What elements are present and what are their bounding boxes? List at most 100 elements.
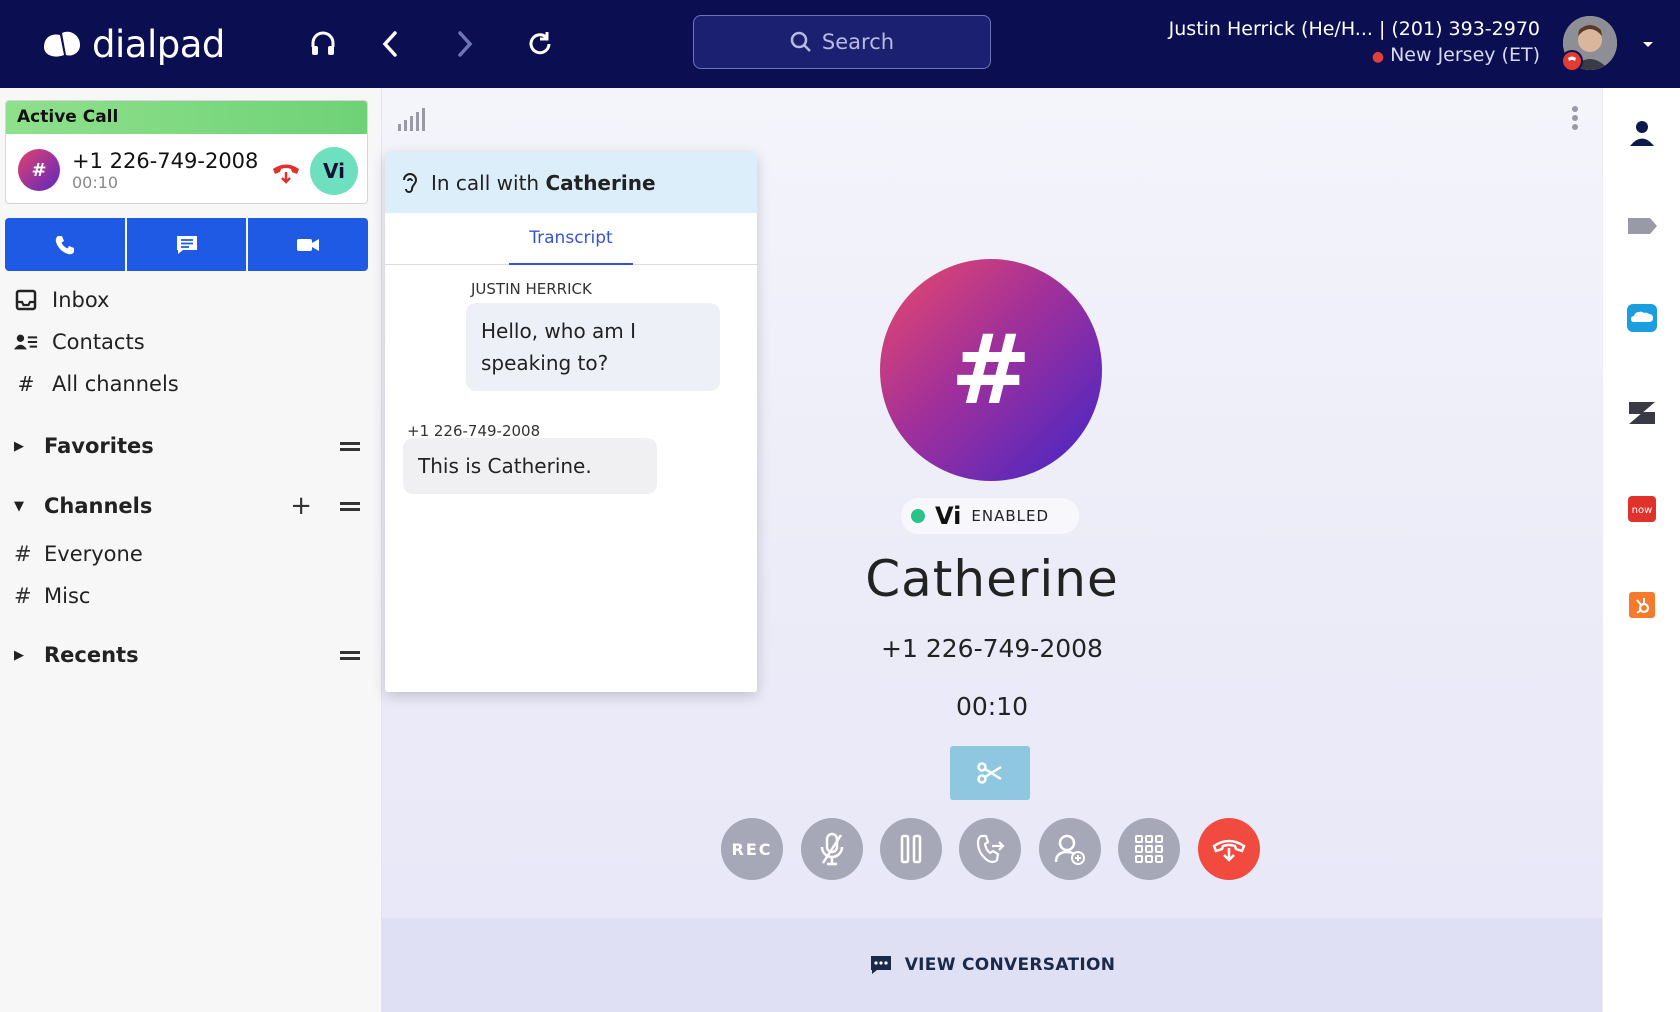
more-options-icon[interactable] — [1570, 106, 1580, 132]
message-icon — [176, 235, 197, 254]
message-bubble: This is Catherine. — [403, 438, 657, 494]
transfer-icon — [976, 834, 1005, 864]
recents-section[interactable]: ▶ Recents — [14, 639, 360, 671]
vi-word: Vi — [935, 502, 962, 530]
add-caller-button[interactable] — [1039, 818, 1101, 880]
refresh-icon[interactable] — [521, 25, 559, 63]
listening-ear-icon — [403, 172, 418, 193]
chat-bubble-icon — [870, 956, 891, 974]
hold-button[interactable] — [880, 818, 942, 880]
call-timer: 00:10 — [955, 692, 1029, 721]
view-conversation-label: VIEW CONVERSATION — [904, 955, 1116, 975]
scissors-icon — [977, 762, 1002, 784]
hubspot-icon[interactable] — [1626, 589, 1658, 621]
caret-right-icon: ▶ — [14, 647, 24, 663]
hash-icon: # — [14, 542, 32, 566]
add-person-icon — [1054, 834, 1085, 865]
inbox-icon — [14, 289, 38, 311]
vi-status-dot — [911, 509, 925, 523]
active-call-duration: 00:10 — [72, 173, 119, 192]
channel-label: Everyone — [44, 542, 143, 566]
salesforce-icon[interactable] — [1626, 302, 1658, 334]
mute-button[interactable] — [801, 818, 863, 880]
hang-up-icon[interactable] — [270, 158, 302, 186]
user-location: New Jersey (ET) — [1390, 44, 1540, 66]
transcript-header-prefix: In call with — [431, 170, 540, 195]
message-bubble: Hello, who am I speaking to? — [466, 303, 720, 391]
call-button[interactable] — [5, 218, 125, 271]
contact-profile-icon[interactable] — [1626, 117, 1658, 149]
add-channel-icon[interactable]: + — [290, 493, 312, 519]
pause-icon — [900, 834, 922, 864]
view-conversation-button[interactable]: VIEW CONVERSATION — [382, 918, 1602, 1012]
nav-contacts-label: Contacts — [52, 330, 145, 354]
channels-section[interactable]: ▼ Channels + — [14, 490, 360, 522]
reorder-icon[interactable] — [340, 499, 360, 513]
user-info[interactable]: Justin Herrick (He/H... | (201) 393-2970… — [1169, 16, 1540, 70]
nav-inbox[interactable]: Inbox — [14, 284, 109, 316]
favorites-label: Favorites — [44, 434, 154, 458]
vi-badge[interactable]: Vi — [310, 147, 358, 195]
dialpad-logo[interactable]: dialpad — [40, 22, 225, 66]
headset-icon[interactable] — [304, 25, 342, 63]
hash-icon: # — [14, 584, 32, 608]
call-panel: In call with Catherine Transcript JUSTIN… — [382, 88, 1602, 1012]
keypad-icon — [1135, 835, 1163, 863]
active-call-card[interactable]: Active Call # +1 226-749-2008 00:10 Vi — [5, 100, 368, 204]
contacts-icon — [14, 332, 38, 352]
video-icon — [297, 238, 320, 251]
tag-icon[interactable] — [1626, 210, 1658, 242]
contact-number: +1 226-749-2008 — [881, 634, 1103, 663]
channels-label: Channels — [44, 494, 153, 518]
microphone-off-icon — [820, 832, 844, 866]
user-name: Justin Herrick (He/H... — [1168, 18, 1373, 40]
quick-actions — [5, 218, 369, 271]
caret-right-icon: ▶ — [14, 438, 24, 454]
signal-strength-icon — [396, 106, 426, 136]
nav-all-channels[interactable]: # All channels — [14, 368, 179, 400]
search-input[interactable]: Search — [693, 15, 991, 69]
vi-status-pill[interactable]: Vi ENABLED — [901, 498, 1079, 534]
channel-misc[interactable]: # Misc — [14, 580, 90, 612]
top-bar: dialpad Search Justin Herrick (He/H... |… — [0, 0, 1680, 88]
reorder-icon[interactable] — [340, 439, 360, 453]
channel-everyone[interactable]: # Everyone — [14, 538, 143, 570]
active-call-header: Active Call — [6, 101, 367, 134]
chevron-down-icon[interactable] — [1640, 36, 1656, 52]
logo-text: dialpad — [92, 22, 225, 66]
caret-down-icon: ▼ — [14, 498, 24, 514]
tab-transcript[interactable]: Transcript — [509, 213, 633, 265]
hash-icon: # — [17, 372, 35, 396]
back-arrow-icon[interactable] — [371, 25, 409, 63]
record-label: REC — [731, 839, 773, 859]
phone-icon — [55, 235, 74, 254]
nav-all-channels-label: All channels — [52, 372, 179, 396]
transcript-header-name: Catherine — [545, 170, 656, 195]
search-icon — [790, 31, 811, 52]
zendesk-icon[interactable] — [1626, 397, 1658, 429]
video-button[interactable] — [248, 218, 369, 271]
transcript-tabs: Transcript — [385, 213, 757, 265]
contact-name: Catherine — [865, 550, 1119, 608]
forward-arrow-icon[interactable] — [446, 25, 484, 63]
channel-label: Misc — [44, 584, 91, 608]
favorites-section[interactable]: ▶ Favorites — [14, 430, 360, 462]
location-pin-icon: ● — [1371, 49, 1385, 65]
transcript-header: In call with Catherine — [385, 152, 757, 213]
keypad-button[interactable] — [1118, 818, 1180, 880]
message-button[interactable] — [126, 218, 247, 271]
caller-avatar: # — [18, 149, 60, 191]
transfer-button[interactable] — [959, 818, 1021, 880]
snip-button[interactable] — [950, 746, 1030, 800]
record-button[interactable]: REC — [721, 818, 783, 880]
vi-state: ENABLED — [971, 507, 1050, 525]
end-call-button[interactable] — [1198, 818, 1260, 880]
svg-text:now: now — [1632, 505, 1653, 516]
contact-avatar: # — [880, 259, 1102, 481]
reorder-icon[interactable] — [340, 648, 360, 662]
servicenow-icon[interactable]: now — [1626, 493, 1658, 525]
nav-contacts[interactable]: Contacts — [14, 326, 145, 358]
nav-inbox-label: Inbox — [52, 288, 110, 312]
transcript-panel: In call with Catherine Transcript JUSTIN… — [385, 152, 757, 692]
message-speaker: JUSTIN HERRICK — [471, 280, 592, 298]
